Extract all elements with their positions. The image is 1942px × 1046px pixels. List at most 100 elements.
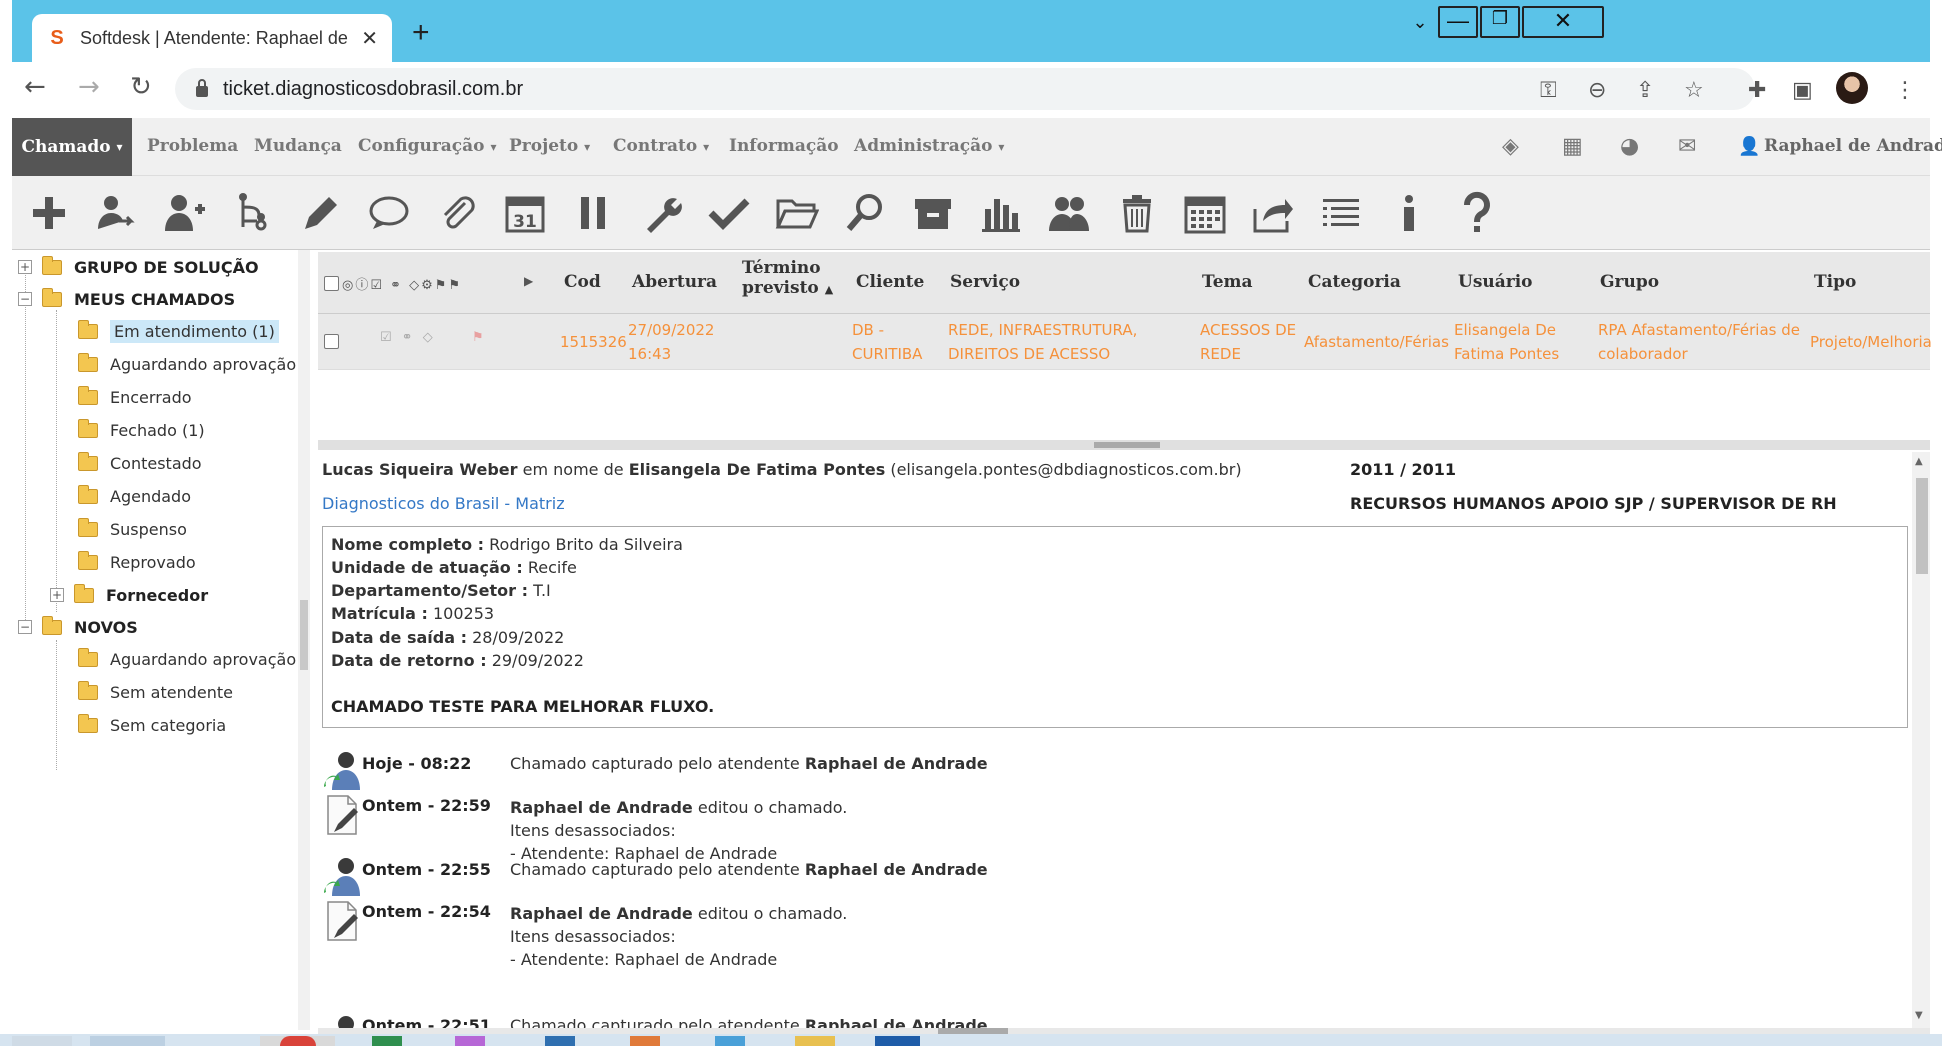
tree-item-encerrado[interactable]: Encerrado: [78, 384, 192, 410]
col-tema[interactable]: Tema: [1202, 272, 1253, 292]
col-usuario[interactable]: Usuário: [1458, 272, 1533, 292]
users-icon[interactable]: [1044, 188, 1094, 238]
new-tab-icon[interactable]: +: [412, 16, 430, 50]
tree-item-sem-categoria[interactable]: Sem categoria: [78, 712, 226, 738]
cell-cod[interactable]: 1515326: [560, 330, 627, 354]
taskbar-explorer-icon[interactable]: [795, 1036, 835, 1046]
bookmark-star-icon[interactable]: ☆: [1684, 78, 1704, 103]
extensions-icon[interactable]: ✚: [1748, 78, 1766, 103]
taskbar-outlook-icon[interactable]: [545, 1036, 575, 1046]
nav-configuracao[interactable]: Configuração ▾: [358, 136, 496, 156]
key-icon[interactable]: ⚿: [1540, 78, 1557, 103]
close-tab-icon[interactable]: ✕: [361, 26, 378, 50]
current-user-name[interactable]: Raphael de Andrade: [1764, 136, 1942, 156]
url-bar[interactable]: ticket.diagnosticosdobrasil.com.br: [175, 68, 1755, 110]
pause-icon[interactable]: [568, 188, 618, 238]
expand-columns-icon[interactable]: ▶: [524, 274, 533, 288]
archive-icon[interactable]: [908, 188, 958, 238]
col-abertura[interactable]: Abertura: [632, 272, 717, 292]
search-icon[interactable]: [840, 188, 890, 238]
reload-icon[interactable]: ↻: [130, 72, 152, 102]
nav-projeto[interactable]: Projeto ▾: [509, 136, 590, 156]
tree-group-meus-chamados[interactable]: − MEUS CHAMADOS: [18, 286, 235, 312]
tree-group-grupo-solucao[interactable]: + GRUPO DE SOLUÇÃO: [18, 254, 259, 280]
restore-icon[interactable]: ❐: [1480, 6, 1520, 38]
nav-informacao[interactable]: Informação: [729, 136, 839, 156]
nav-chamado[interactable]: Chamado ▾: [12, 118, 132, 176]
ticket-icon[interactable]: ◈: [1502, 134, 1519, 159]
calendar-grid-icon[interactable]: [1180, 188, 1230, 238]
detail-scroll-thumb[interactable]: [1916, 478, 1928, 574]
expand-icon[interactable]: +: [50, 588, 64, 602]
collapse-icon[interactable]: −: [18, 292, 32, 306]
sidebar-scroll-thumb[interactable]: [300, 600, 308, 670]
add-user-icon[interactable]: [160, 188, 210, 238]
tree-item-aguardando-aprovacao[interactable]: Aguardando aprovação: [78, 351, 296, 377]
col-servico[interactable]: Serviço: [950, 272, 1020, 292]
menu-dots-icon[interactable]: ⋮: [1894, 78, 1916, 103]
dashboard-icon[interactable]: ◕: [1620, 134, 1639, 159]
zoom-icon[interactable]: ⊖: [1588, 78, 1606, 103]
tree-item-contestado[interactable]: Contestado: [78, 450, 202, 476]
tree-item-suspenso[interactable]: Suspenso: [78, 516, 187, 542]
nav-contrato[interactable]: Contrato ▾: [613, 136, 709, 156]
close-window-icon[interactable]: ✕: [1522, 6, 1604, 38]
attach-icon[interactable]: [432, 188, 482, 238]
mail-icon[interactable]: ✉: [1678, 134, 1696, 159]
bar-chart-icon[interactable]: [976, 188, 1026, 238]
help-icon[interactable]: [1452, 188, 1502, 238]
tree-item-fornecedor[interactable]: + Fornecedor: [50, 582, 208, 608]
scroll-down-icon[interactable]: ▼: [1915, 1010, 1923, 1021]
company-link[interactable]: Diagnosticos do Brasil - Matriz: [322, 494, 565, 513]
col-termino[interactable]: Término previsto ▲: [742, 258, 833, 298]
tree-item-fechado[interactable]: Fechado (1): [78, 417, 205, 443]
col-cliente[interactable]: Cliente: [856, 272, 924, 292]
profile-avatar[interactable]: [1836, 72, 1868, 104]
minimize-icon[interactable]: —: [1438, 6, 1478, 38]
calendar-icon[interactable]: ▦: [1562, 134, 1583, 159]
taskbar-app-icon[interactable]: [715, 1036, 745, 1046]
back-icon[interactable]: ←: [24, 72, 46, 102]
taskbar-app-icon[interactable]: [455, 1036, 485, 1046]
scroll-up-icon[interactable]: ▲: [1915, 456, 1923, 467]
tree-item-novos-aguardando[interactable]: Aguardando aprovação: [78, 646, 296, 672]
detail-scrollbar[interactable]: ▲ ▼: [1912, 452, 1930, 1028]
table-row[interactable]: ☑ ⚭ ◇ ⚑ 1515326 27/09/2022 16:43 DB - CURI…: [318, 314, 1932, 370]
tree-group-novos[interactable]: − NOVOS: [18, 614, 138, 640]
comment-icon[interactable]: [364, 188, 414, 238]
add-icon[interactable]: [24, 188, 74, 238]
panel-splitter[interactable]: [318, 440, 1930, 450]
workflow-icon[interactable]: [228, 188, 278, 238]
tab-search-icon[interactable]: ⌄: [1400, 12, 1440, 44]
nav-problema[interactable]: Problema: [147, 136, 238, 156]
calendar-31-icon[interactable]: 31: [500, 188, 550, 238]
taskbar-excel-icon[interactable]: [372, 1036, 402, 1046]
tree-item-em-atendimento[interactable]: Em atendimento (1): [78, 318, 279, 344]
collapse-icon[interactable]: −: [18, 620, 32, 634]
tree-item-reprovado[interactable]: Reprovado: [78, 549, 196, 575]
taskbar-app-icon[interactable]: [90, 1036, 165, 1046]
assign-user-icon[interactable]: [92, 188, 142, 238]
tree-item-sem-atendente[interactable]: Sem atendente: [78, 679, 233, 705]
check-icon[interactable]: [704, 188, 754, 238]
col-tipo[interactable]: Tipo: [1814, 272, 1856, 292]
forward-icon[interactable]: →: [78, 72, 100, 102]
nav-mudanca[interactable]: Mudança: [254, 136, 342, 156]
taskbar-app-icon[interactable]: [875, 1036, 920, 1046]
expand-icon[interactable]: +: [18, 260, 32, 274]
select-all-checkbox[interactable]: [324, 276, 339, 291]
list-icon[interactable]: [1316, 188, 1366, 238]
edit-icon[interactable]: [296, 188, 346, 238]
tree-item-agendado[interactable]: Agendado: [78, 483, 191, 509]
taskbar-chrome-icon[interactable]: [280, 1036, 316, 1046]
share-page-icon[interactable]: ⇪: [1636, 78, 1654, 103]
row-checkbox[interactable]: [324, 334, 339, 349]
trash-icon[interactable]: [1112, 188, 1162, 238]
col-cod[interactable]: Cod: [564, 272, 601, 292]
wrench-icon[interactable]: [636, 188, 686, 238]
info-icon[interactable]: [1384, 188, 1434, 238]
splitter-grip[interactable]: [1094, 442, 1160, 448]
col-categoria[interactable]: Categoria: [1308, 272, 1401, 292]
browser-tab[interactable]: S Softdesk | Atendente: Raphael de ✕: [32, 14, 392, 62]
start-button[interactable]: [12, 1036, 72, 1046]
